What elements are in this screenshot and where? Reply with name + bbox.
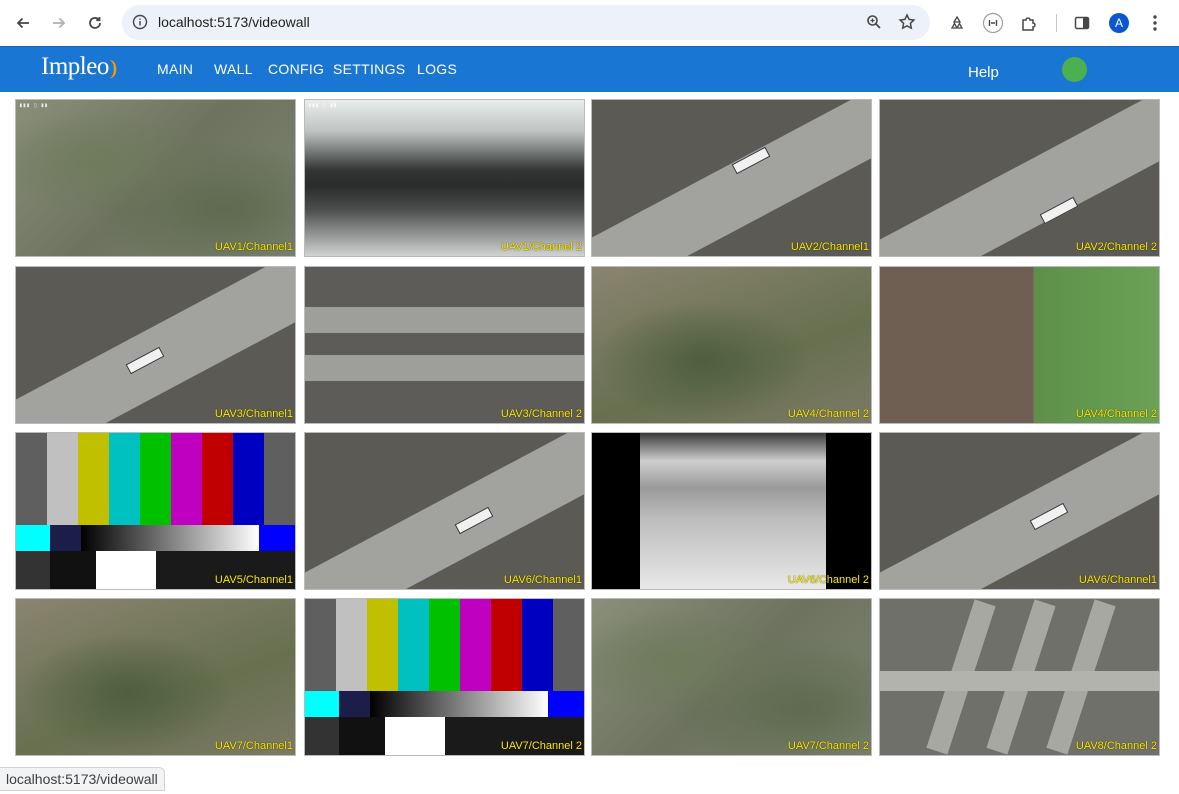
tile-label: UAV1/Channel 2: [500, 241, 582, 253]
side-panel-icon[interactable]: [1070, 11, 1094, 35]
tile-label: UAV6/Channel1: [503, 574, 582, 586]
help-link[interactable]: Help: [968, 64, 999, 81]
video-tile[interactable]: ▮▮▮ ▯ ▮▮ UAV1/Channel 2: [304, 99, 585, 257]
tile-label: UAV3/Channel1: [214, 408, 293, 420]
browser-toolbar: localhost:5173/videowall A: [0, 0, 1179, 46]
video-osd: ▮▮▮ ▯ ▮▮: [19, 102, 48, 109]
tile-label: UAV3/Channel 2: [500, 408, 582, 420]
recycle-icon[interactable]: [945, 11, 969, 35]
video-tile[interactable]: UAV7/Channel1: [15, 598, 296, 756]
video-tile[interactable]: UAV4/Channel 2: [879, 266, 1160, 424]
tile-label: UAV7/Channel 2: [787, 740, 869, 752]
nav-logs[interactable]: LOGS: [417, 61, 457, 77]
nav-main[interactable]: MAIN: [157, 61, 193, 77]
app-header: Impleo)) MAIN WALL CONFIG SETTINGS LOGS …: [0, 46, 1179, 93]
impleo-logo[interactable]: Impleo)): [41, 53, 119, 81]
profile-avatar[interactable]: A: [1109, 13, 1129, 33]
nav-settings[interactable]: SETTINGS: [333, 61, 405, 77]
video-tile[interactable]: UAV3/Channel1: [15, 266, 296, 424]
video-tile[interactable]: UAV6/Channel1: [304, 432, 585, 590]
tile-label: UAV4/Channel 2: [1075, 408, 1157, 420]
tile-label: UAV6/Channel 2: [787, 574, 869, 586]
video-tile[interactable]: UAV4/Channel 2: [591, 266, 872, 424]
reload-icon[interactable]: [83, 11, 107, 35]
video-tile[interactable]: UAV6/Channel1: [879, 432, 1160, 590]
tile-label: UAV7/Channel1: [214, 740, 293, 752]
tile-label: UAV4/Channel 2: [787, 408, 869, 420]
video-osd: ▮▮▮ ▯ ▮▮: [308, 102, 337, 109]
toolbar-separator: [1056, 14, 1057, 32]
logo-text: Impleo: [41, 53, 109, 80]
tile-label: UAV2/Channel1: [790, 241, 869, 253]
back-icon[interactable]: [11, 11, 35, 35]
tile-label: UAV1/Channel1: [214, 241, 293, 253]
forward-icon[interactable]: [47, 11, 71, 35]
tile-label: UAV7/Channel 2: [500, 740, 582, 752]
address-bar[interactable]: localhost:5173/videowall: [122, 5, 930, 40]
tile-label: UAV2/Channel 2: [1075, 241, 1157, 253]
puzzle-extensions-icon[interactable]: [1017, 11, 1041, 35]
nav-wall[interactable]: WALL: [214, 61, 253, 77]
nav-config[interactable]: CONFIG: [268, 61, 324, 77]
tile-label: UAV5/Channel1: [214, 574, 293, 586]
video-wall: ▮▮▮ ▯ ▮▮ UAV1/Channel1 ▮▮▮ ▯ ▮▮ UAV1/Cha…: [0, 92, 1179, 764]
video-tile[interactable]: UAV8/Channel 2: [879, 598, 1160, 756]
video-tile[interactable]: UAV6/Channel 2: [591, 432, 872, 590]
extension-circle-icon[interactable]: [981, 11, 1005, 35]
bookmark-star-icon[interactable]: [898, 13, 916, 36]
video-tile[interactable]: UAV7/Channel 2: [591, 598, 872, 756]
tile-label: UAV8/Channel 2: [1075, 740, 1157, 752]
connection-status-indicator: [1062, 57, 1087, 82]
tile-label: UAV6/Channel1: [1078, 574, 1157, 586]
video-tile[interactable]: UAV7/Channel 2: [304, 598, 585, 756]
site-info-icon[interactable]: [132, 14, 148, 35]
video-tile[interactable]: UAV3/Channel 2: [304, 266, 585, 424]
video-tile[interactable]: UAV2/Channel 2: [879, 99, 1160, 257]
kebab-menu-icon[interactable]: [1143, 11, 1167, 35]
zoom-icon[interactable]: [866, 14, 882, 35]
logo-mark-icon: )): [109, 57, 119, 79]
video-tile[interactable]: ▮▮▮ ▯ ▮▮ UAV1/Channel1: [15, 99, 296, 257]
video-tile[interactable]: UAV5/Channel1: [15, 432, 296, 590]
video-tile[interactable]: UAV2/Channel1: [591, 99, 872, 257]
url-text[interactable]: localhost:5173/videowall: [158, 14, 310, 30]
link-preview-status: localhost:5173/videowall: [0, 767, 165, 791]
